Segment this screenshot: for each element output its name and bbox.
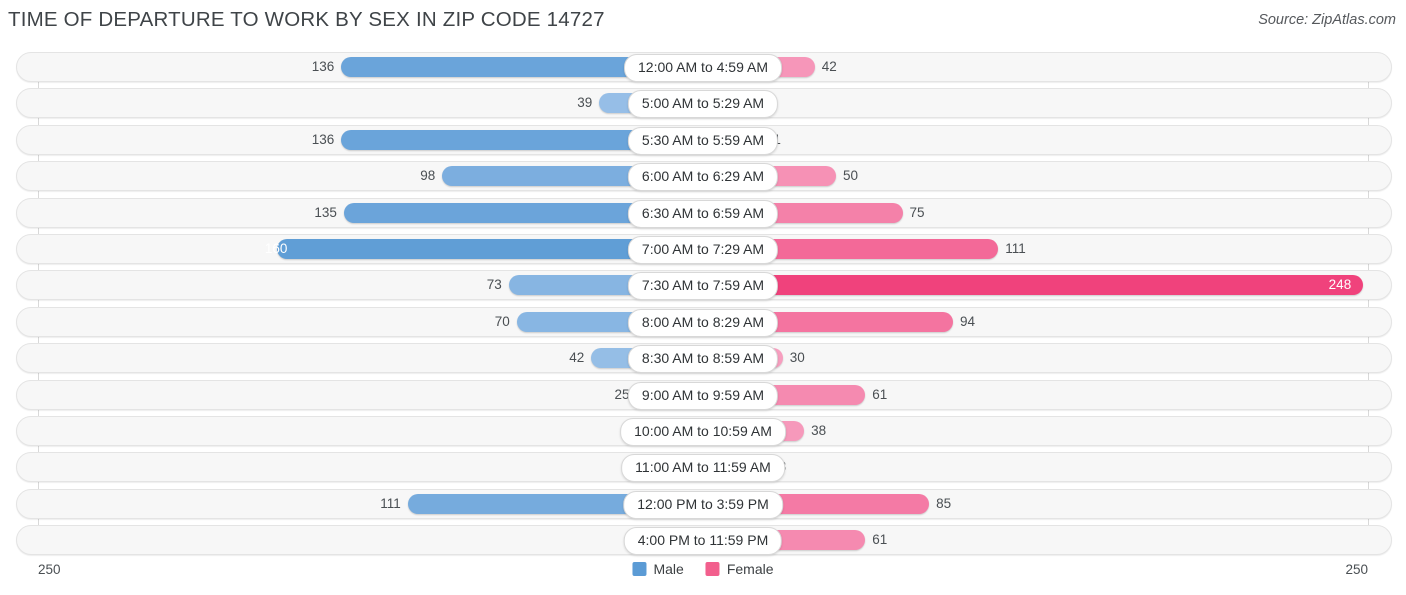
value-label-female: 50	[843, 168, 859, 184]
value-label-male: 111	[380, 495, 401, 511]
category-label: 6:00 AM to 6:29 AM	[627, 163, 779, 192]
category-label: 7:00 AM to 7:29 AM	[627, 235, 779, 264]
category-label: 9:00 AM to 9:59 AM	[627, 381, 779, 410]
legend-item-female[interactable]: Female	[705, 561, 774, 577]
bar-row: 73 248 7:30 AM to 7:59 AM	[0, 270, 1406, 301]
value-label-male: 73	[486, 277, 502, 293]
category-label: 12:00 PM to 3:59 PM	[623, 490, 783, 519]
value-label-male: 98	[420, 168, 436, 184]
bar-row: 136 42 12:00 AM to 4:59 AM	[0, 52, 1406, 82]
category-label: 11:00 AM to 11:59 AM	[621, 454, 785, 483]
legend-swatch-female-icon	[705, 562, 720, 576]
value-label-male: 136	[311, 59, 335, 74]
legend-label-male: Male	[653, 561, 684, 577]
value-label-female: 94	[960, 313, 976, 329]
bar-row: 135 75 6:30 AM to 6:59 AM	[0, 197, 1406, 228]
bar-row: 42311:00 AM to 11:59 AM	[0, 452, 1406, 483]
bar-row: 223810:00 AM to 10:59 AM	[0, 415, 1406, 446]
category-label: 8:30 AM to 8:59 AM	[627, 345, 779, 374]
axis-max-right: 250	[1345, 562, 1368, 577]
bar-row: 98 50 6:00 AM to 6:29 AM	[0, 161, 1406, 192]
value-label-male: 39	[577, 95, 593, 111]
value-label-female: 75	[909, 204, 925, 220]
value-label-male: 42	[569, 350, 585, 366]
category-label: 5:00 AM to 5:29 AM	[627, 90, 779, 119]
axis-max-left: 250	[38, 562, 61, 577]
bar-row: 111 85 12:00 PM to 3:59 PM	[0, 488, 1406, 519]
bar-row: 20614:00 PM to 11:59 PM	[0, 525, 1406, 556]
value-label-male: 136	[311, 131, 335, 147]
category-label: 12:00 AM to 4:59 AM	[624, 54, 782, 82]
chart-root: TIME OF DEPARTURE TO WORK BY SEX IN ZIP …	[0, 0, 1406, 595]
value-label-female: 61	[872, 386, 888, 402]
value-label-female: 30	[789, 350, 805, 366]
value-label-female: 61	[872, 532, 888, 548]
category-label: 10:00 AM to 10:59 AM	[620, 417, 786, 446]
bar-row: 160 111 7:00 AM to 7:29 AM	[0, 233, 1406, 264]
category-label: 4:00 PM to 11:59 PM	[623, 527, 783, 556]
chart-footer: 250 250 Male Female	[0, 556, 1406, 595]
category-label: 7:30 AM to 7:59 AM	[627, 272, 779, 301]
value-label-female: 38	[811, 422, 827, 438]
category-label: 8:00 AM to 8:29 AM	[627, 308, 779, 337]
bar-row: 136215:30 AM to 5:59 AM	[0, 124, 1406, 155]
source-attribution: Source: ZipAtlas.com	[1258, 12, 1396, 28]
bar-row: 70 94 8:00 AM to 8:29 AM	[0, 306, 1406, 337]
value-label-male: 160	[264, 240, 288, 256]
bar-row: 25 61 9:00 AM to 9:59 AM	[0, 379, 1406, 410]
category-label: 5:30 AM to 5:59 AM	[627, 126, 779, 155]
legend-item-male[interactable]: Male	[632, 561, 684, 577]
legend-label-female: Female	[726, 561, 774, 577]
legend-swatch-male-icon	[632, 562, 647, 576]
plot-area: 136 42 12:00 AM to 4:59 AM 39195:00 AM to 5…	[0, 52, 1406, 556]
legend: Male Female	[632, 561, 774, 577]
bar-female[interactable]	[703, 275, 1363, 296]
value-label-female: 248	[1328, 277, 1352, 293]
value-label-female: 42	[821, 59, 837, 74]
category-label: 6:30 AM to 6:59 AM	[627, 199, 779, 228]
value-label-male: 135	[314, 204, 337, 220]
value-label-male: 70	[494, 313, 510, 329]
value-label-female: 111	[1005, 240, 1026, 256]
bar-row: 42 30 8:30 AM to 8:59 AM	[0, 343, 1406, 374]
page-title: TIME OF DEPARTURE TO WORK BY SEX IN ZIP …	[8, 8, 605, 31]
bar-row: 39195:00 AM to 5:29 AM	[0, 88, 1406, 119]
value-label-female: 85	[936, 495, 952, 511]
bar-rows: 136 42 12:00 AM to 4:59 AM 39195:00 AM to 5…	[0, 52, 1406, 561]
